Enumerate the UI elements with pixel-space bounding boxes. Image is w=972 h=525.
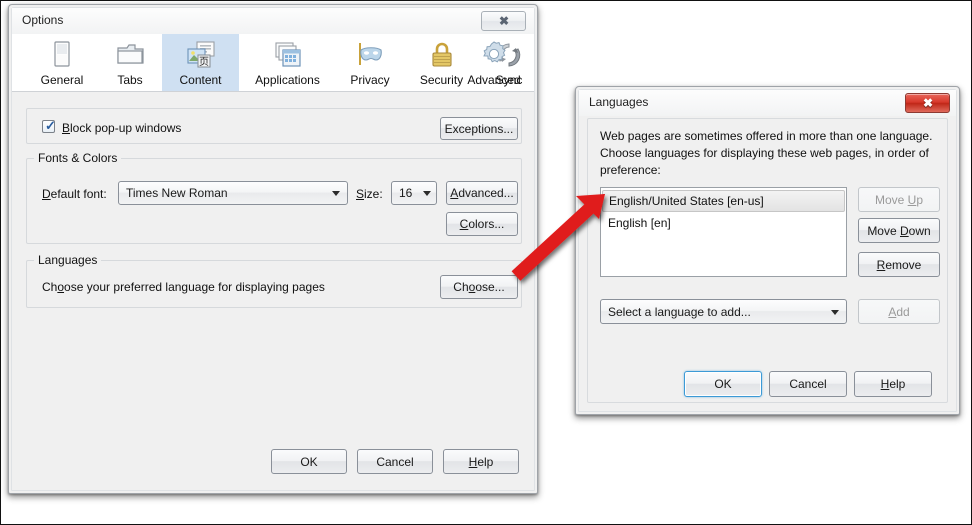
font-size-combo[interactable]: 16 — [391, 181, 437, 205]
tab-tabs[interactable]: Tabs — [98, 34, 162, 91]
tab-advanced-label: Advanced — [467, 73, 521, 87]
chevron-down-icon — [332, 191, 340, 196]
move-up-button[interactable]: Move Up Move Up — [858, 187, 940, 212]
choose-button-label: Choose... — [453, 280, 505, 294]
tabs-icon — [114, 39, 146, 71]
options-cancel-button[interactable]: Cancel — [357, 449, 433, 474]
move-up-label: Move Up — [874, 192, 924, 207]
list-item[interactable]: English [en] — [601, 212, 846, 234]
options-ok-button[interactable]: OK — [271, 449, 347, 474]
languages-description-line2: Choose languages for displaying these we… — [600, 146, 929, 160]
block-popups-checkbox[interactable]: ✓ — [42, 118, 56, 133]
languages-title: Languages — [589, 95, 649, 109]
exceptions-button-label: Exceptions... — [444, 121, 514, 136]
tab-content-label: Content — [179, 73, 222, 87]
languages-description-line3: preference: — [600, 163, 661, 177]
advanced-gear-icon — [478, 39, 510, 71]
close-icon: ✖ — [922, 96, 933, 110]
add-language-value: Select a language to add... — [608, 304, 751, 319]
add-button[interactable]: Add Add — [858, 299, 940, 324]
languages-ok-label: OK — [714, 377, 732, 391]
security-lock-icon — [426, 39, 458, 71]
remove-button[interactable]: Remove Remove — [858, 252, 940, 277]
tab-general[interactable]: General — [26, 34, 98, 91]
general-icon — [46, 39, 78, 71]
languages-description-line1: Web pages are sometimes offered in more … — [600, 129, 933, 143]
languages-ok-button[interactable]: OK — [684, 371, 762, 397]
check-icon: ✓ — [45, 118, 56, 133]
block-popups-label: BBlock pop-up windowslock pop-up windows — [62, 121, 182, 135]
tab-tabs-label: Tabs — [117, 73, 143, 87]
add-label: Add — [888, 304, 910, 319]
language-listbox[interactable]: English/United States [en-us] English [e… — [600, 187, 847, 277]
languages-cancel-button[interactable]: Cancel — [769, 371, 847, 397]
close-icon: ✖ — [498, 14, 509, 28]
options-close-button[interactable]: ✖ — [481, 11, 526, 31]
add-language-combo[interactable]: Select a language to add... — [600, 299, 847, 324]
options-cancel-label: Cancel — [376, 454, 414, 469]
tab-applications[interactable]: Applications — [239, 34, 336, 91]
list-item-label: English [en] — [608, 216, 671, 230]
options-titlebar: Options ✖ — [12, 8, 534, 34]
languages-close-button[interactable]: ✖ — [905, 93, 950, 113]
languages-help-label: Help — [880, 377, 906, 391]
options-help-button[interactable]: Help Help — [443, 449, 519, 474]
colors-button-label: Colors... — [459, 217, 505, 231]
default-font-label: Default font: Default font: — [42, 187, 107, 201]
chevron-down-icon — [423, 191, 431, 196]
applications-icon — [272, 39, 304, 71]
options-window: Options ✖ General Tabs 页 Content Applica… — [8, 4, 538, 494]
advanced-button[interactable]: Advanced... Advanced... — [446, 181, 518, 205]
exceptions-button[interactable]: Exceptions... — [440, 117, 518, 140]
languages-description: Choose your preferred language for displ… — [42, 280, 325, 294]
move-down-button[interactable]: Move Down Move Down — [858, 218, 940, 243]
tab-privacy-label: Privacy — [350, 73, 390, 87]
options-title: Options — [22, 13, 64, 27]
options-ok-label: OK — [300, 454, 318, 469]
options-toolbar: General Tabs 页 Content Applications Priv… — [12, 34, 534, 92]
default-font-value: Times New Roman — [126, 186, 228, 200]
list-item[interactable]: English/United States [en-us] — [602, 190, 845, 212]
options-help-label: Help — [468, 454, 494, 469]
languages-dialog: Languages ✖ Web pages are sometimes offe… — [575, 86, 960, 415]
languages-dialog-inner: Languages ✖ Web pages are sometimes offe… — [578, 89, 957, 412]
languages-titlebar: Languages ✖ — [579, 90, 956, 116]
tab-content[interactable]: 页 Content — [162, 34, 239, 91]
privacy-mask-icon — [354, 39, 386, 71]
chevron-down-icon — [831, 309, 839, 315]
tab-security-label: Security — [419, 73, 464, 87]
fonts-colors-group-title: Fonts & Colors — [34, 151, 122, 165]
content-icon: 页 — [185, 39, 217, 71]
colors-button[interactable]: Colors... Colors... — [446, 212, 518, 236]
options-window-inner: Options ✖ General Tabs 页 Content Applica… — [11, 7, 535, 491]
svg-text:页: 页 — [199, 56, 209, 68]
tab-applications-label: Applications — [255, 73, 320, 87]
choose-button[interactable]: Choose... Choose... — [440, 275, 518, 299]
advanced-button-label: Advanced... — [450, 186, 514, 200]
move-down-label: Move Down — [867, 223, 931, 238]
remove-label: Remove — [876, 257, 922, 272]
font-size-value: 16 — [399, 186, 413, 200]
languages-cancel-label: Cancel — [789, 377, 827, 391]
list-item-label: English/United States [en-us] — [609, 194, 764, 208]
default-font-combo[interactable]: Times New Roman — [118, 181, 348, 205]
languages-help-button[interactable]: Help Help — [854, 371, 932, 397]
tab-privacy[interactable]: Privacy — [336, 34, 404, 91]
font-size-label: Size: Size: — [356, 187, 383, 201]
tab-general-label: General — [40, 73, 84, 87]
languages-group-title: Languages — [34, 253, 102, 267]
